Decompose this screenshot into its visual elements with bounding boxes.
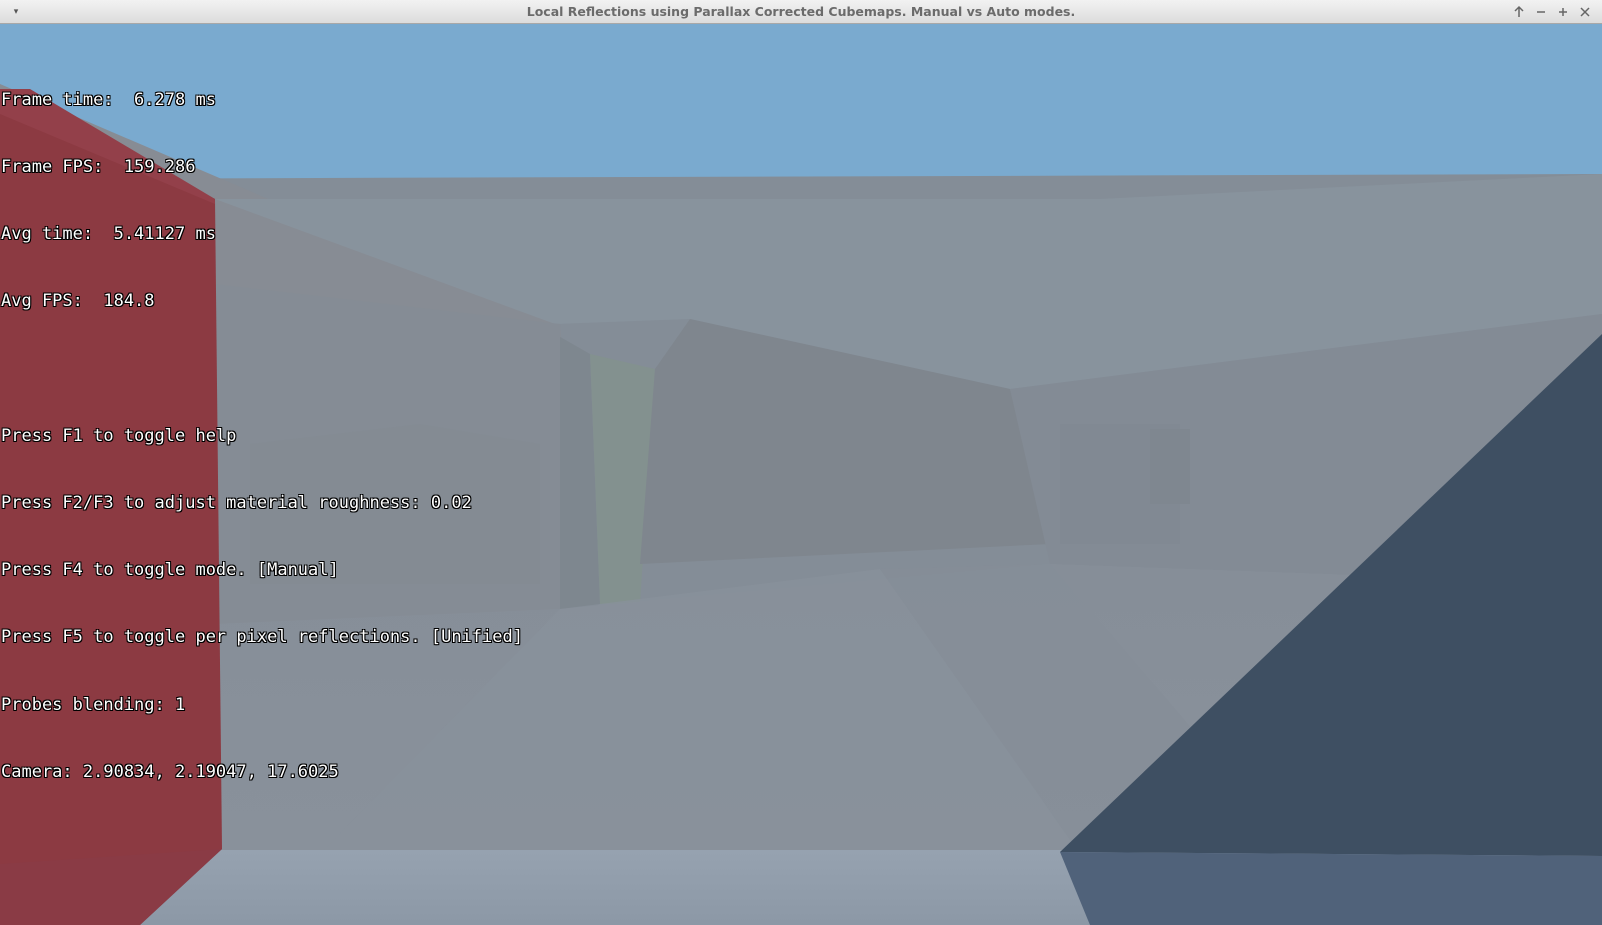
help-f1-text: Press F1 to toggle help [1, 425, 237, 446]
plus-icon [1559, 8, 1567, 16]
maximize-button[interactable] [1554, 3, 1572, 21]
app-window: ▾ Local Reflections using Parallax Corre… [0, 0, 1602, 925]
minimize-icon [1537, 11, 1545, 13]
title-bar[interactable]: ▾ Local Reflections using Parallax Corre… [0, 0, 1602, 24]
minimize-button[interactable] [1532, 3, 1550, 21]
help-roughness-text: Press F2/F3 to adjust material roughness… [1, 493, 472, 514]
avg-fps-text: Avg FPS: 184.8 [1, 291, 155, 312]
camera-position-text: Camera: 2.90834, 2.19047, 17.6025 [1, 761, 339, 782]
dark-panel-floor [1060, 852, 1602, 925]
shade-button[interactable] [1510, 3, 1528, 21]
right-wall-detail-2 [1060, 424, 1180, 544]
help-mode-text: Press F4 to toggle mode. [Manual] [1, 560, 339, 581]
frame-time-text: Frame time: 6.278 ms [1, 89, 216, 110]
help-reflections-text: Press F5 to toggle per pixel reflections… [1, 627, 523, 648]
probes-blending-text: Probes blending: 1 [1, 694, 186, 715]
close-icon [1580, 7, 1590, 17]
avg-time-text: Avg time: 5.41127 ms [1, 224, 216, 245]
render-viewport[interactable]: Frame time: 6.278 ms Frame FPS: 159.286 … [0, 24, 1602, 925]
window-title: Local Reflections using Parallax Correct… [526, 4, 1076, 19]
close-button[interactable] [1576, 3, 1594, 21]
stats-overlay: Frame time: 6.278 ms Frame FPS: 159.286 … [1, 44, 523, 828]
arrow-up-icon [1514, 5, 1524, 17]
frame-fps-text: Frame FPS: 159.286 [1, 157, 196, 178]
